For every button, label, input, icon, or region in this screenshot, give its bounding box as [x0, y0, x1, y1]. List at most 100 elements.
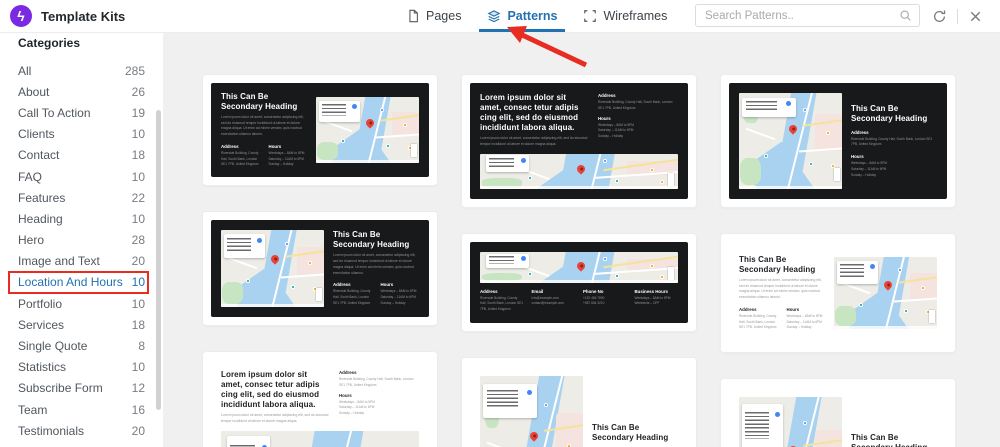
category-label: FAQ — [18, 169, 43, 184]
pattern-body: Lorem ipsum dolor sit amet, consectetur … — [480, 136, 588, 146]
address-text: Riverside Building, County Hall, South B… — [339, 377, 414, 387]
sidebar-item-team[interactable]: Team 16 — [0, 399, 163, 420]
category-count: 8 — [138, 339, 145, 354]
category-label: Testimonials — [18, 423, 85, 438]
map-thumbnail — [221, 430, 419, 447]
business-hours-text: Weekdays – 8AM to 5PM Weekends – OFF — [634, 295, 671, 306]
address-label: Address — [850, 129, 869, 135]
pattern-card-8[interactable]: This Can Be Secondary Heading AddressRiv… — [462, 358, 696, 447]
map-info-card — [319, 100, 361, 122]
address-label: Address — [598, 93, 616, 98]
sidebar-item-image-and-text[interactable]: Image and Text 20 — [0, 251, 163, 272]
close-button[interactable] — [968, 9, 983, 24]
map-info-card — [742, 97, 796, 117]
pattern-card-4[interactable]: This Can Be Secondary Heading Lorem ipsu… — [203, 212, 437, 325]
map-thumbnail — [739, 93, 842, 189]
category-label: Call To Action — [18, 105, 91, 120]
map-zoom-control — [833, 168, 840, 182]
sidebar-item-clients[interactable]: Clients 10 — [0, 124, 163, 145]
address-label: Address — [739, 306, 757, 312]
refresh-icon — [934, 10, 946, 22]
sidebar-item-contact[interactable]: Contact 18 — [0, 145, 163, 166]
category-count: 10 — [131, 127, 145, 142]
address-text: Riverside Building, County Hall, South B… — [598, 100, 673, 110]
map-zoom-control — [928, 310, 935, 324]
business-hours-label: Business Hours — [634, 288, 668, 294]
sidebar-item-features[interactable]: Features 22 — [0, 187, 163, 208]
map-zoom-control — [668, 267, 675, 281]
pattern-card-9[interactable]: This Can Be Secondary Heading Lorem ipsu… — [721, 379, 955, 447]
map-zoom-control — [668, 173, 675, 187]
pattern-card-2[interactable]: Lorem ipsum dolor sit amet, consec tetur… — [462, 75, 696, 207]
tab-patterns[interactable]: Patterns — [479, 0, 566, 32]
pattern-heading: This Can Be Secondary Heading — [591, 423, 669, 443]
pattern-body: Lorem ipsum dolor sit amet, consectetur … — [332, 253, 416, 275]
sidebar-item-call-to-action[interactable]: Call To Action 19 — [0, 102, 163, 123]
pattern-card-1[interactable]: This Can Be Secondary Heading Lorem ipsu… — [203, 75, 437, 185]
category-count: 20 — [131, 254, 145, 269]
search-input[interactable] — [703, 8, 893, 23]
map-thumbnail — [480, 252, 678, 283]
sidebar-item-text[interactable]: Text18 — [0, 441, 163, 447]
phone-text: +120 456 7890 +987 654 3210 — [583, 295, 605, 306]
category-label: Subscribe Form — [18, 381, 103, 396]
sidebar-item-single-quote[interactable]: Single Quote 8 — [0, 335, 163, 356]
hours-label: Hours — [850, 154, 864, 160]
sidebar-header: Categories — [18, 36, 81, 50]
sidebar-item-location-and-hours[interactable]: Location And Hours 10 — [0, 270, 163, 295]
category-label: About — [18, 84, 50, 99]
refresh-button[interactable] — [932, 9, 947, 24]
hours-text: Weekdays – 8AM to 5PM Saturday – 11AM to… — [268, 150, 305, 167]
sidebar-item-faq[interactable]: FAQ 10 — [0, 166, 163, 187]
tab-wireframes[interactable]: Wireframes — [583, 0, 667, 32]
category-count: 18 — [131, 148, 145, 163]
address-text: Riverside Building, County Hall, South B… — [221, 150, 259, 167]
sidebar-categories: Categories All 285 About 26 Call To Action… — [0, 32, 163, 447]
category-count: 19 — [131, 105, 145, 120]
patterns-grid-area: This Can Be Secondary Heading Lorem ipsu… — [163, 32, 1000, 447]
map-thumbnail — [834, 256, 937, 330]
tab-label: Wireframes — [603, 9, 668, 23]
address-text: Riverside Building, County Hall, South B… — [480, 295, 524, 312]
sidebar-scrollbar[interactable] — [156, 110, 161, 410]
category-label: Team — [18, 402, 48, 417]
category-count: 18 — [131, 317, 145, 332]
category-label: Single Quote — [18, 339, 88, 354]
phone-label: Phone No — [583, 288, 604, 294]
hours-text: Weekdays – 8AM to 5PM Saturday – 11AM to… — [786, 313, 823, 330]
map-thumbnail — [480, 153, 678, 189]
sidebar-item-testimonials[interactable]: Testimonials 20 — [0, 420, 163, 441]
pattern-heading: This Can Be Secondary Heading — [850, 433, 927, 447]
map-info-card — [226, 436, 271, 447]
map-info-card — [483, 384, 537, 419]
pattern-card-6[interactable]: This Can Be Secondary Heading Lorem ipsu… — [721, 234, 955, 352]
tab-pages[interactable]: Pages — [406, 0, 461, 32]
map-info-card — [837, 260, 879, 284]
category-label: Statistics — [18, 360, 67, 375]
sidebar-item-about[interactable]: About 26 — [0, 81, 163, 102]
sidebar-item-services[interactable]: Services 18 — [0, 314, 163, 335]
sidebar-item-portfolio[interactable]: Portfolio 10 — [0, 293, 163, 314]
pattern-heading: Lorem ipsum dolor sit amet, consec tetur… — [221, 370, 320, 409]
hours-label: Hours — [268, 143, 282, 149]
category-count: 285 — [124, 63, 145, 78]
category-count: 28 — [131, 233, 145, 248]
sidebar-item-hero[interactable]: Hero 28 — [0, 230, 163, 251]
pattern-card-3[interactable]: This Can Be Secondary Heading Address Riv… — [721, 75, 955, 207]
hours-text: Weekdays – 8AM to 5PM Saturday – 11AM to… — [850, 161, 887, 177]
category-count: 10 — [131, 275, 145, 290]
sidebar-item-heading[interactable]: Heading 10 — [0, 208, 163, 229]
pattern-card-5[interactable]: Address Riverside Building, County Hall, … — [462, 234, 696, 331]
pattern-card-7[interactable]: Lorem ipsum dolor sit amet, consec tetur… — [203, 352, 437, 447]
pattern-body: Lorem ipsum dolor sit amet, consectetur … — [221, 114, 304, 137]
sidebar-item-statistics[interactable]: Statistics 10 — [0, 357, 163, 378]
sidebar-item-subscribe-form[interactable]: Subscribe Form 12 — [0, 378, 163, 399]
map-info-card — [485, 253, 530, 268]
app-title: Template Kits — [41, 8, 126, 24]
category-label: Portfolio — [18, 296, 63, 311]
category-label: Features — [18, 190, 66, 205]
category-label: Location And Hours — [18, 275, 123, 290]
pattern-heading: This Can Be Secondary Heading — [332, 230, 410, 250]
sidebar-item-all[interactable]: All 285 — [0, 60, 163, 81]
topbar-actions — [932, 0, 983, 32]
